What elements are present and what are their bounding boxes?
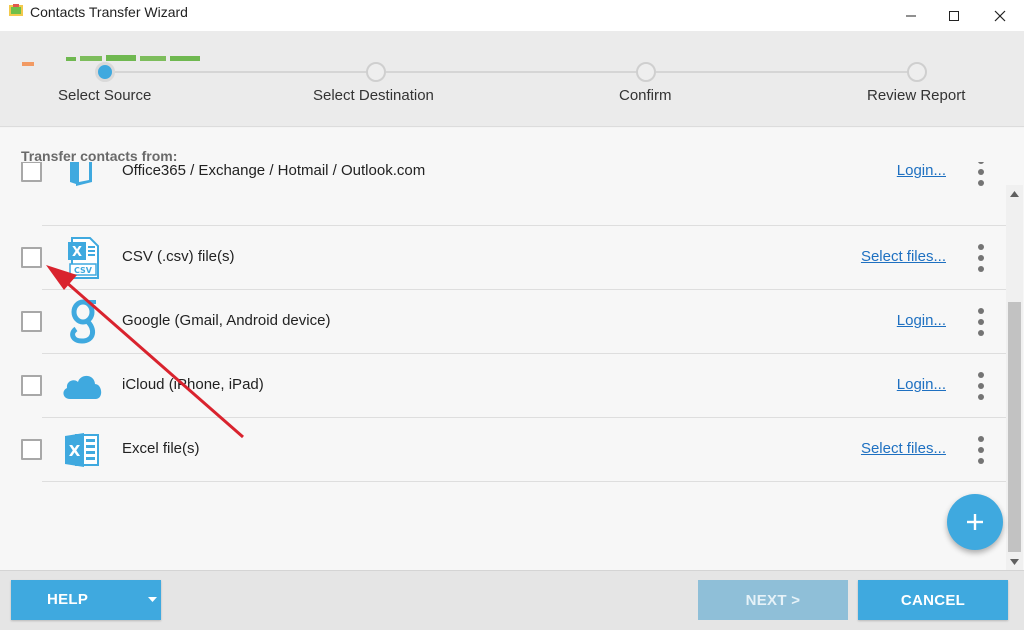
close-icon	[994, 10, 1006, 21]
step-indicator-confirm	[636, 62, 656, 82]
source-checkbox-icloud[interactable]	[21, 375, 42, 396]
login-link-google[interactable]: Login...	[897, 312, 946, 329]
step-label-select-destination: Select Destination	[313, 87, 434, 104]
caret-down-icon[interactable]	[148, 597, 157, 602]
source-row-office365[interactable]: Office365 / Exchange / Hotmail / Outlook…	[0, 162, 1006, 226]
more-options-icon[interactable]	[972, 434, 990, 466]
excel-file-icon: X	[60, 428, 104, 472]
scrollbar-thumb[interactable]	[1008, 302, 1021, 552]
source-label: Google (Gmail, Android device)	[122, 312, 331, 329]
select-files-link-excel[interactable]: Select files...	[861, 440, 946, 457]
logo	[22, 62, 34, 66]
select-files-link-csv[interactable]: Select files...	[861, 248, 946, 265]
source-row-csv[interactable]: X CSV CSV (.csv) file(s) Select files...	[0, 226, 1006, 290]
logo-text	[66, 55, 200, 61]
google-icon	[60, 299, 104, 344]
window-title: Contacts Transfer Wizard	[30, 4, 188, 20]
maximize-button[interactable]	[931, 0, 977, 31]
row-divider	[42, 481, 1006, 482]
source-row-google[interactable]: Google (Gmail, Android device) Login...	[0, 290, 1006, 354]
step-label-review-report: Review Report	[867, 87, 966, 104]
step-label-select-source: Select Source	[58, 87, 152, 104]
step-indicator-review-report	[907, 62, 927, 82]
csv-file-icon: X CSV	[60, 236, 104, 280]
source-row-icloud[interactable]: iCloud (iPhone, iPad) Login...	[0, 354, 1006, 418]
source-label: Excel file(s)	[122, 440, 200, 457]
source-label: Office365 / Exchange / Hotmail / Outlook…	[122, 162, 426, 179]
wizard-steps: Select Source Select Destination Confirm…	[0, 31, 1024, 127]
svg-text:CSV: CSV	[74, 266, 93, 275]
step-indicator-select-source	[95, 62, 115, 82]
source-checkbox-csv[interactable]	[21, 247, 42, 268]
step-connector	[656, 71, 908, 73]
next-button[interactable]: NEXT >	[698, 580, 848, 620]
step-label-confirm: Confirm	[619, 87, 672, 104]
add-source-button[interactable]	[947, 494, 1003, 550]
source-checkbox-google[interactable]	[21, 311, 42, 332]
vertical-scrollbar[interactable]	[1006, 185, 1023, 570]
more-options-icon[interactable]	[972, 242, 990, 274]
icloud-icon	[60, 364, 104, 408]
step-connector	[114, 71, 368, 73]
step-connector	[386, 71, 638, 73]
cancel-button[interactable]: CANCEL	[858, 580, 1008, 620]
source-label: CSV (.csv) file(s)	[122, 248, 235, 265]
minimize-icon	[906, 15, 916, 16]
plus-icon	[967, 514, 983, 530]
step-indicator-select-destination	[366, 62, 386, 82]
source-label: iCloud (iPhone, iPad)	[122, 376, 264, 393]
more-options-icon[interactable]	[972, 162, 990, 188]
title-bar: Contacts Transfer Wizard	[0, 0, 1024, 31]
source-panel: Transfer contacts from: Office365 / Exch…	[0, 128, 1024, 570]
source-checkbox-excel[interactable]	[21, 439, 42, 460]
close-button[interactable]	[977, 0, 1023, 31]
source-list[interactable]: Office365 / Exchange / Hotmail / Outlook…	[0, 162, 1006, 570]
help-label: HELP	[47, 591, 89, 608]
help-button[interactable]: HELP	[11, 580, 161, 620]
source-row-excel[interactable]: X Excel file(s) Select files...	[0, 418, 1006, 482]
scroll-up-icon[interactable]	[1006, 185, 1023, 202]
scroll-down-icon[interactable]	[1006, 553, 1023, 570]
app-icon	[9, 4, 23, 16]
svg-text:X: X	[72, 245, 82, 260]
more-options-icon[interactable]	[972, 306, 990, 338]
footer-bar: HELP NEXT > CANCEL	[0, 570, 1024, 630]
maximize-icon	[949, 10, 959, 21]
more-options-icon[interactable]	[972, 370, 990, 402]
login-link-office365[interactable]: Login...	[897, 162, 946, 179]
svg-text:X: X	[69, 442, 81, 460]
source-checkbox-office365[interactable]	[21, 162, 42, 182]
login-link-icloud[interactable]: Login...	[897, 376, 946, 393]
minimize-button[interactable]	[888, 0, 934, 31]
office365-icon	[60, 162, 104, 194]
